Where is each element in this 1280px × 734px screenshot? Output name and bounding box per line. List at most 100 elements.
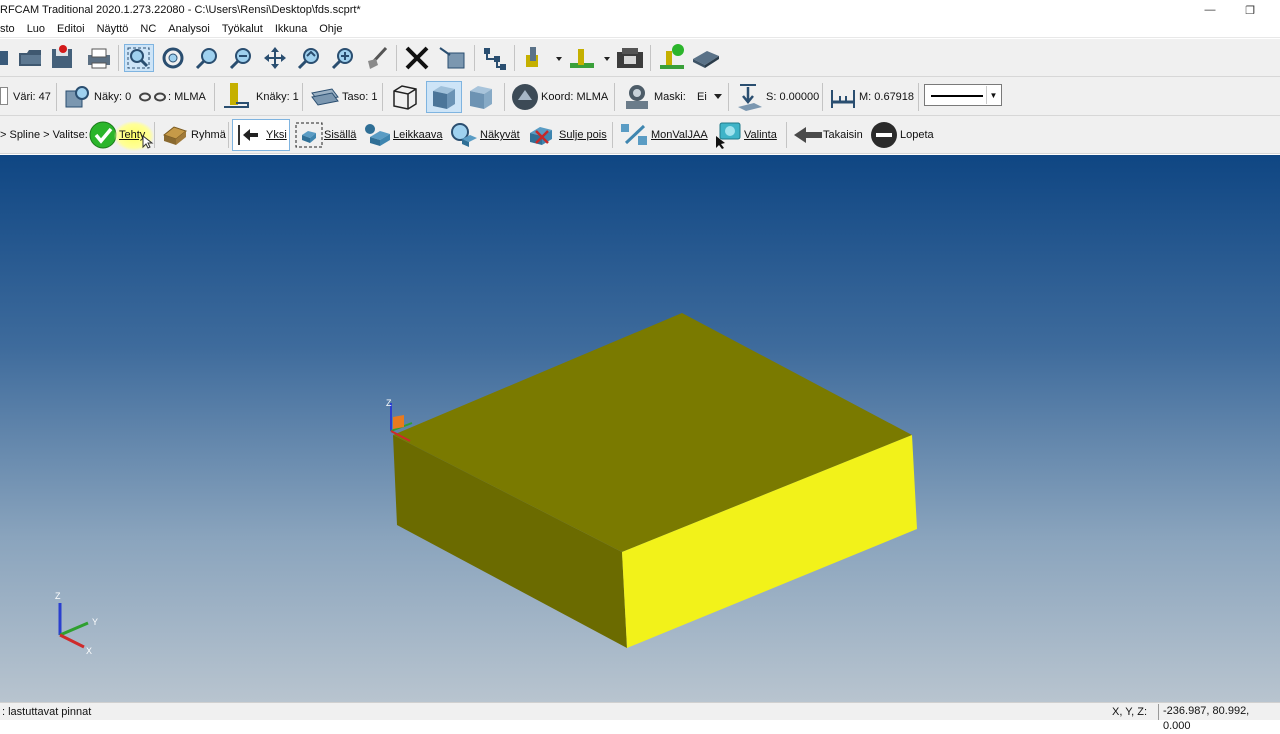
selection-icon[interactable] <box>714 120 744 150</box>
quit-icon[interactable] <box>869 120 899 150</box>
back-button[interactable]: Takaisin <box>823 128 863 142</box>
toolbar-separator <box>214 83 215 111</box>
single-button[interactable]: Yksi <box>266 128 287 142</box>
visible-button[interactable]: Näkyvät <box>480 128 520 142</box>
status-bar: : lastuttavat pinnat X, Y, Z: -236.987, … <box>0 702 1280 732</box>
shaded-view-icon[interactable] <box>426 81 462 113</box>
toolbar-separator <box>728 83 729 111</box>
graphics-viewport[interactable]: Z Z Y X <box>0 155 1280 702</box>
visible-icon[interactable] <box>448 121 480 149</box>
mask-icon[interactable] <box>620 81 654 113</box>
verify-icon[interactable] <box>656 43 688 71</box>
toolbar-separator <box>382 83 383 111</box>
quit-button[interactable]: Lopeta <box>900 128 934 142</box>
toolpath-dropdown-icon[interactable] <box>566 45 612 71</box>
cutting-icon[interactable] <box>362 121 394 149</box>
trim-icon[interactable] <box>436 45 470 71</box>
toolbar-separator <box>118 45 119 71</box>
axis-y-label: Y <box>92 617 98 627</box>
simulate-icon[interactable] <box>690 45 722 71</box>
mouse-pointer-icon <box>142 135 154 149</box>
toolbar-separator <box>614 83 615 111</box>
tool-dropdown-icon[interactable] <box>520 45 564 71</box>
restore-button[interactable]: ❐ <box>1230 0 1270 20</box>
selection-button[interactable]: Valinta <box>744 128 777 142</box>
toolbar-separator <box>302 83 303 111</box>
view-icon[interactable] <box>62 83 92 111</box>
menu-analyze[interactable]: Analysoi <box>168 23 210 35</box>
machine-icon[interactable] <box>614 45 646 71</box>
save-icon[interactable] <box>48 45 78 71</box>
toolbar-separator <box>228 122 229 148</box>
mask-label: Maski: <box>654 91 686 103</box>
chain-link-icon[interactable] <box>138 89 168 105</box>
menu-create[interactable]: Luo <box>27 23 45 35</box>
zoom-out-icon[interactable] <box>226 45 256 71</box>
m-value-label[interactable]: M: 0.67918 <box>859 90 914 104</box>
cview-label[interactable]: Knäky: 1 <box>256 90 299 104</box>
group-button[interactable]: Ryhmä <box>191 128 226 142</box>
menu-tools[interactable]: Työkalut <box>222 23 263 35</box>
group-icon[interactable] <box>160 121 190 149</box>
zoom-previous-icon[interactable] <box>294 45 324 71</box>
menu-file[interactable]: sto <box>0 23 15 35</box>
window-title: RFCAM Traditional 2020.1.273.22080 - C:\… <box>0 4 361 16</box>
delete-icon[interactable] <box>402 45 432 71</box>
wireframe-icon[interactable] <box>388 82 422 112</box>
print-icon[interactable] <box>84 45 114 71</box>
axis-z-label: Z <box>55 591 61 601</box>
mask-dropdown-icon[interactable] <box>712 91 724 101</box>
solid-view-icon[interactable] <box>464 82 498 112</box>
monvaljaa-button[interactable]: MonValJAA <box>651 128 708 142</box>
zoom-in-icon[interactable] <box>192 45 222 71</box>
chevron-down-icon[interactable]: ▼ <box>986 86 1000 104</box>
axis-x-label: X <box>86 646 92 656</box>
clean-screen-icon[interactable] <box>362 45 392 71</box>
measure-icon[interactable] <box>828 82 858 112</box>
menu-nc[interactable]: NC <box>140 23 156 35</box>
inside-button[interactable]: Sisällä <box>324 128 356 142</box>
view-label[interactable]: Näky: 0 <box>94 90 131 104</box>
pan-icon[interactable] <box>260 45 290 71</box>
s-value-label[interactable]: S: 0.00000 <box>766 90 819 104</box>
color-swatch[interactable] <box>0 87 8 105</box>
inside-icon[interactable] <box>294 121 324 149</box>
minimize-button[interactable]: — <box>1190 0 1230 20</box>
multi-select-icon[interactable] <box>618 121 650 149</box>
status-toolbar: Väri: 47 Näky: 0 : MLMA Knäky: 1 Taso: 1… <box>0 77 1280 116</box>
menu-view[interactable]: Näyttö <box>97 23 129 35</box>
exclude-icon[interactable] <box>526 121 558 149</box>
toolbar-separator <box>514 45 515 71</box>
status-xyz-label: X, Y, Z: <box>1112 706 1148 718</box>
line-style-dropdown[interactable]: ▼ <box>924 84 1002 106</box>
status-message: : lastuttavat pinnat <box>2 706 92 718</box>
menu-help[interactable]: Ohje <box>319 23 342 35</box>
color-label[interactable]: Väri: 47 <box>13 90 51 104</box>
arrow-left-icon[interactable] <box>236 122 262 148</box>
tree-icon[interactable] <box>480 45 510 71</box>
toolbar-separator <box>56 83 57 111</box>
world-axis-triad <box>58 603 89 649</box>
rotate-view-icon[interactable] <box>158 45 188 71</box>
open-folder-icon[interactable] <box>16 45 44 71</box>
cutting-button[interactable]: Leikkaava <box>393 128 443 142</box>
exclude-button[interactable]: Sulje pois <box>559 128 607 142</box>
plane-icon[interactable] <box>308 83 342 111</box>
back-arrow-icon[interactable] <box>792 123 824 147</box>
zoom-window-icon[interactable] <box>124 44 154 72</box>
depth-icon[interactable] <box>734 81 764 113</box>
construction-view-icon[interactable] <box>220 81 254 111</box>
plane-label[interactable]: Taso: 1 <box>342 90 377 104</box>
menu-edit[interactable]: Editoi <box>57 23 85 35</box>
new-file-icon[interactable] <box>0 47 10 69</box>
menu-window[interactable]: Ikkuna <box>275 23 307 35</box>
menu-bar: sto Luo Editoi Näyttö NC Analysoi Työkal… <box>0 20 1280 38</box>
coordinate-system-icon[interactable] <box>510 82 540 112</box>
line-style-sample <box>931 95 983 97</box>
coord-label[interactable]: Koord: MLMA <box>541 90 608 104</box>
toolbar-separator <box>650 45 651 71</box>
selection-toolbar: > Spline > Valitse: Tehty Ryhmä Yksi Sis… <box>0 116 1280 154</box>
zoom-all-icon[interactable] <box>328 45 358 71</box>
mask-value[interactable]: Ei <box>697 90 707 104</box>
mlma-label[interactable]: : MLMA <box>168 90 206 104</box>
